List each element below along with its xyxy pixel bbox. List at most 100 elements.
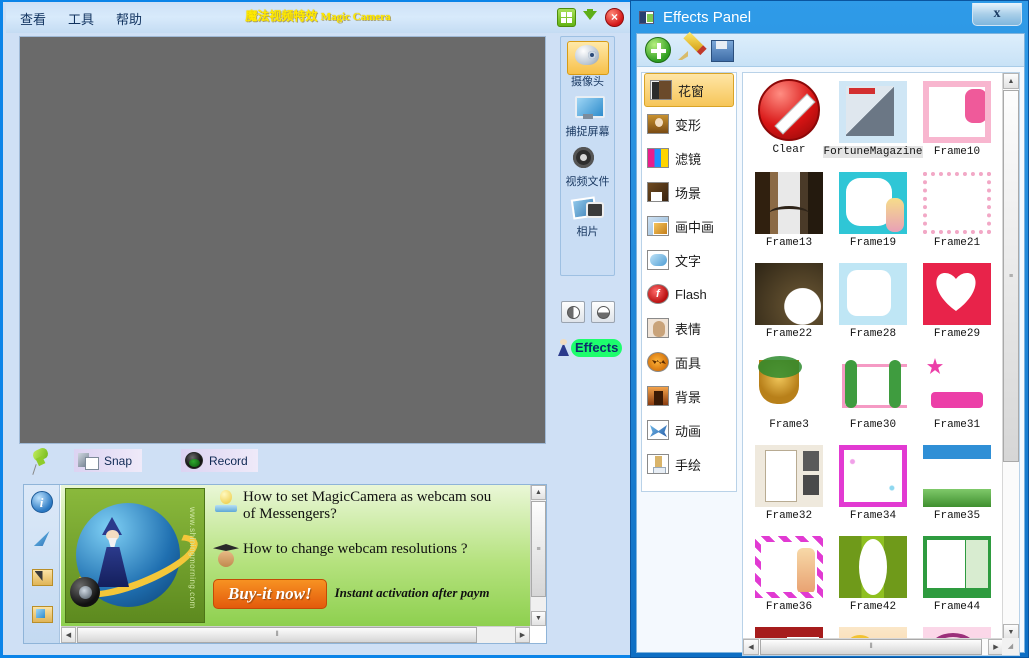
ad-line-1[interactable]: How to set MagicCamera as webcam sou of … [213, 489, 527, 523]
effect-item-12[interactable]: Frame32 [747, 443, 831, 533]
mirror-view-button[interactable] [591, 301, 615, 323]
effect-thumbnail [923, 263, 991, 325]
split-view-button[interactable] [561, 301, 585, 323]
category-item-11[interactable]: 手绘 [642, 447, 736, 481]
scroll-down-arrow[interactable]: ▼ [531, 611, 546, 626]
effects-scroll-thumb-vertical[interactable]: ≡ [1003, 90, 1019, 462]
snap-button[interactable]: Snap [74, 449, 143, 472]
source-video-file[interactable]: 视频文件 [561, 141, 614, 188]
effect-label: Frame22 [765, 328, 813, 340]
background-category-icon [647, 386, 669, 406]
effect-item-13[interactable]: Frame34 [831, 443, 915, 533]
scroll-right-arrow[interactable]: ▶ [515, 627, 530, 643]
effects-horizontal-scrollbar[interactable]: ◀ ⦀ ▶ [743, 638, 1004, 655]
category-item-2[interactable]: 滤镜 [642, 141, 736, 175]
effect-item-4[interactable]: Frame19 [831, 170, 915, 260]
effect-item-15[interactable]: Frame36 [747, 534, 831, 624]
menu-view[interactable]: 查看 [12, 7, 54, 30]
category-item-3[interactable]: 场景 [642, 175, 736, 209]
effects-grid[interactable]: Clear FortuneMagazine Frame10 Frame13 Frame1… [743, 73, 1005, 655]
effect-item-2[interactable]: Frame10 [915, 79, 999, 169]
category-item-5[interactable]: 文字 [642, 243, 736, 277]
effect-thumbnail [755, 172, 823, 234]
main-titlebar: 查看 工具 帮助 魔法视频特效 Magic Camera × [6, 4, 630, 33]
ad-line-1b-text: of Messengers? [243, 506, 337, 522]
scroll-up-arrow[interactable]: ▲ [531, 485, 546, 500]
effects-scroll-left-arrow[interactable]: ◀ [743, 639, 759, 655]
menu-tools[interactable]: 工具 [60, 7, 102, 30]
scroll-thumb-horizontal[interactable]: ⦀ [77, 627, 477, 643]
category-label: 滤镜 [675, 151, 702, 167]
open-folder-icon[interactable] [31, 565, 53, 587]
resize-corner[interactable]: ◢ [1002, 638, 1019, 655]
effects-panel-close-button[interactable]: x [972, 3, 1022, 26]
effect-item-1[interactable]: FortuneMagazine [823, 79, 923, 169]
source-webcam[interactable]: 摄像头 [561, 41, 614, 88]
ad-line-1-text: How to set MagicCamera as webcam sou [243, 489, 492, 505]
source-photo[interactable]: 相片 [561, 191, 614, 238]
source-screen-capture[interactable]: 捕捉屏幕 [561, 91, 614, 138]
effect-item-8[interactable]: Frame29 [915, 261, 999, 351]
effects-category-list[interactable]: 花窗变形滤镜场景画中画文字 Flash 表情面具背景动画手绘 [641, 72, 737, 492]
category-item-1[interactable]: 变形 [642, 107, 736, 141]
category-item-6[interactable]: Flash [642, 277, 736, 311]
effect-label: Frame31 [933, 419, 981, 431]
scene-category-icon [647, 182, 669, 202]
effects-vertical-scrollbar[interactable]: ▲ ≡ ▼ [1002, 73, 1019, 640]
fullscreen-icon[interactable] [557, 8, 576, 27]
effect-thumbnail [839, 536, 907, 598]
effect-item-17[interactable]: Frame44 [915, 534, 999, 624]
effect-item-11[interactable]: Frame31 [915, 352, 999, 442]
category-label: Flash [675, 286, 707, 302]
effect-item-6[interactable]: Frame22 [747, 261, 831, 351]
effect-item-7[interactable]: Frame28 [831, 261, 915, 351]
ad-horizontal-scrollbar[interactable]: ◀ ⦀ ▶ [61, 626, 530, 643]
effects-panel-body: 花窗变形滤镜场景画中画文字 Flash 表情面具背景动画手绘 Clear Fortun… [636, 33, 1025, 656]
category-item-9[interactable]: 背景 [642, 379, 736, 413]
category-label: 面具 [675, 355, 702, 371]
effect-item-14[interactable]: Frame35 [915, 443, 999, 533]
effects-scroll-up-arrow[interactable]: ▲ [1003, 73, 1019, 89]
effect-item-3[interactable]: Frame13 [747, 170, 831, 260]
effect-thumbnail [839, 263, 907, 325]
image-folder-icon[interactable] [31, 602, 53, 624]
flash-category-icon [647, 284, 669, 304]
effect-item-10[interactable]: Frame30 [831, 352, 915, 442]
effects-toggle-button[interactable]: Effects [554, 338, 626, 357]
info-icon[interactable]: i [30, 491, 53, 513]
category-item-7[interactable]: 表情 [642, 311, 736, 345]
video-preview-area[interactable] [19, 36, 546, 444]
effect-item-0[interactable]: Clear [747, 79, 831, 169]
add-effect-icon[interactable] [645, 37, 671, 63]
pin-icon[interactable] [28, 446, 54, 476]
category-item-4[interactable]: 画中画 [642, 209, 736, 243]
menu-help[interactable]: 帮助 [108, 7, 150, 30]
buy-it-now-button[interactable]: Buy-it now! [213, 579, 327, 609]
scroll-left-arrow[interactable]: ◀ [61, 627, 76, 643]
ad-line-2[interactable]: How to change webcam resolutions ? [213, 541, 527, 571]
effect-thumbnail [755, 263, 823, 325]
ad-vertical-scrollbar[interactable]: ▲ ≡ ▼ [530, 485, 546, 626]
scroll-thumb-vertical[interactable]: ≡ [531, 501, 546, 597]
effects-panel-title: Effects Panel [663, 8, 752, 26]
main-window: 查看 工具 帮助 魔法视频特效 Magic Camera × 摄像头 捕捉屏幕 … [0, 0, 630, 658]
wizard-hat-icon[interactable] [31, 528, 53, 550]
effect-item-16[interactable]: Frame42 [831, 534, 915, 624]
advertisement-area[interactable]: www.shiningmorning.com How to set MagicC… [61, 485, 531, 626]
record-button[interactable]: Record [181, 449, 258, 472]
effect-thumbnail [839, 354, 907, 416]
category-item-0[interactable]: 花窗 [644, 73, 734, 107]
category-item-8[interactable]: 面具 [642, 345, 736, 379]
close-icon[interactable]: × [605, 8, 624, 27]
wizard-icon [554, 338, 573, 357]
edit-effect-icon[interactable] [677, 37, 703, 63]
effect-item-9[interactable]: Frame3 [747, 352, 831, 442]
effects-scroll-thumb-horizontal[interactable]: ⦀ [760, 639, 982, 655]
category-item-10[interactable]: 动画 [642, 413, 736, 447]
effect-label: Frame10 [933, 146, 981, 158]
effect-item-5[interactable]: Frame21 [915, 170, 999, 260]
buy-row: Buy-it now! Instant activation after pay… [213, 577, 527, 609]
save-effect-icon[interactable] [709, 37, 735, 63]
minimize-icon[interactable] [581, 8, 600, 27]
half-circle-vertical-icon [566, 305, 580, 319]
